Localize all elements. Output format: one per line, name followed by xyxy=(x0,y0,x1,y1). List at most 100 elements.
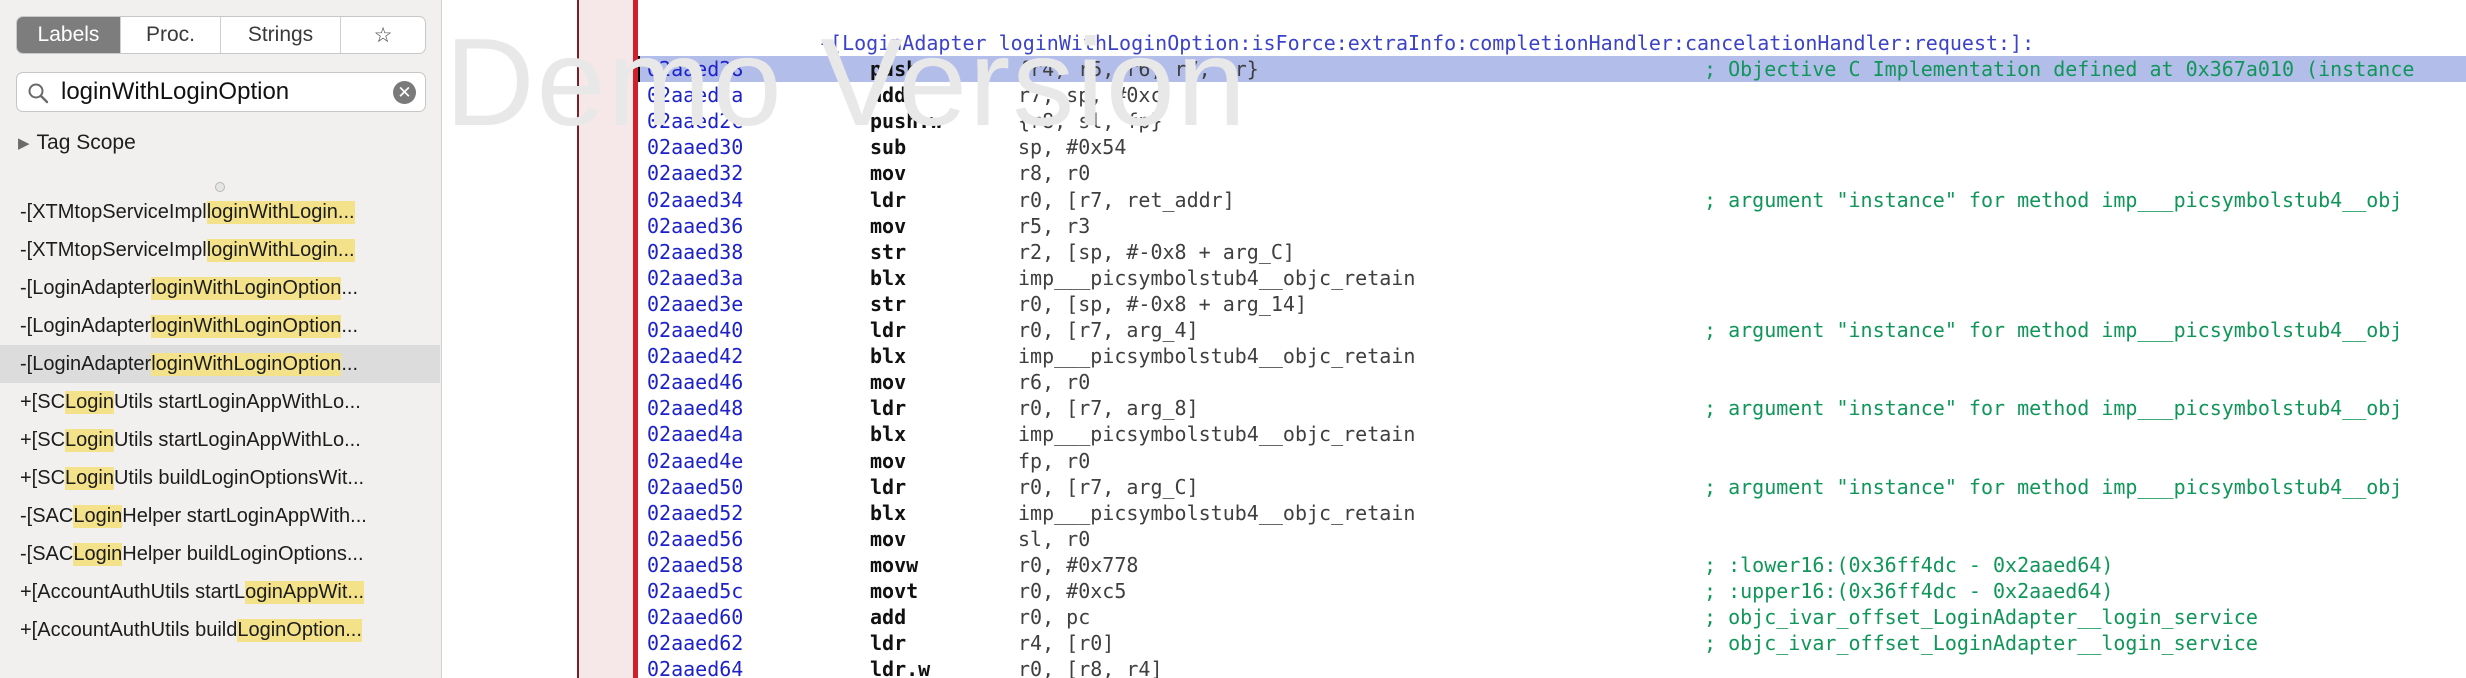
code-line[interactable]: 02aaed2a add r7, sp, #0xc xyxy=(638,82,2466,108)
navigation-gutter xyxy=(443,0,575,678)
address-label[interactable]: 02aaed48 xyxy=(647,395,743,421)
clear-search-icon[interactable]: ✕ xyxy=(393,81,416,104)
match-highlight: Login xyxy=(73,542,123,566)
tab-labels[interactable]: Labels xyxy=(17,17,121,53)
match-highlight: loginWithLogin... xyxy=(206,238,355,262)
code-line[interactable]: 02aaed3a blx imp___picsymbolstub4__objc_re… xyxy=(638,265,2466,291)
address-label[interactable]: 02aaed62 xyxy=(647,630,743,656)
match-highlight: Login xyxy=(65,390,114,414)
address-label[interactable]: 02aaed3a xyxy=(647,265,743,291)
list-item[interactable]: -[LoginAdapter loginWithLoginOption... xyxy=(0,269,440,307)
address-label[interactable]: 02aaed28 xyxy=(647,56,743,82)
code-line[interactable]: 02aaed58 movw r0, #0x778 ; :lower16:(0x36ff… xyxy=(638,552,2466,578)
list-item[interactable]: -[SAC Login Helper startLoginAppWith... xyxy=(0,497,440,535)
instruction-operands: r0, [r7, arg_C] xyxy=(1018,475,1199,499)
instruction-operands: r0, #0x778 xyxy=(1018,553,1139,577)
tab-strings[interactable]: Strings xyxy=(221,17,341,53)
code-line[interactable]: 02aaed40 ldr r0, [r7, arg_4] ; argument "in… xyxy=(638,317,2466,343)
address-label[interactable]: 02aaed36 xyxy=(647,213,743,239)
procedure-header[interactable]: -[LoginAdapter loginWithLoginOption:isFo… xyxy=(818,31,2034,55)
list-item-text: +[AccountAuthUtils startL xyxy=(20,580,246,603)
tag-scope-disclosure[interactable]: ▶ Tag Scope xyxy=(18,130,136,156)
list-item-text: -[LoginAdapter xyxy=(20,314,152,337)
code-line[interactable]: 02aaed3e str r0, [sp, #-0x8 + arg_14] xyxy=(638,291,2466,317)
list-item[interactable]: +[SC Login Utils startLoginAppWithLo... xyxy=(0,421,440,459)
sidebar-tab-bar: Labels Proc. Strings ☆ xyxy=(16,16,426,54)
code-line[interactable]: 02aaed28 push {r4, r5, r6, r7, lr} ; Object… xyxy=(638,56,2466,82)
address-label[interactable]: 02aaed3e xyxy=(647,291,743,317)
code-line[interactable]: 02aaed32 mov r8, r0 xyxy=(638,160,2466,186)
instruction-mnemonic: push.w xyxy=(870,109,943,133)
list-item[interactable]: +[AccountAuthUtils startL oginAppWit... xyxy=(0,573,440,611)
code-line[interactable]: 02aaed46 mov r6, r0 xyxy=(638,369,2466,395)
code-line[interactable]: 02aaed34 ldr r0, [r7, ret_addr] ; argument … xyxy=(638,187,2466,213)
address-label[interactable]: 02aaed4a xyxy=(647,421,743,447)
address-label[interactable]: 02aaed34 xyxy=(647,187,743,213)
instruction-operands: {r4, r5, r6, r7, lr} xyxy=(1018,57,1259,81)
code-line[interactable]: 02aaed60 add r0, pc ; objc_ivar_offset_Logi… xyxy=(638,604,2466,630)
code-line[interactable]: 02aaed30 sub sp, #0x54 xyxy=(638,134,2466,160)
code-line[interactable]: 02aaed4e mov fp, r0 xyxy=(638,448,2466,474)
list-item-text: Helper startLoginAppWith... xyxy=(122,504,367,527)
code-line[interactable]: 02aaed42 blx imp___picsymbolstub4__objc_re… xyxy=(638,343,2466,369)
instruction-operands: r0, [r7, arg_8] xyxy=(1018,396,1199,420)
address-label[interactable]: 02aaed5c xyxy=(647,578,743,604)
code-line[interactable]: 02aaed52 blx imp___picsymbolstub4__objc_re… xyxy=(638,500,2466,526)
address-label[interactable]: 02aaed52 xyxy=(647,500,743,526)
list-item-text: -[XTMtopServiceImpl xyxy=(20,238,207,261)
address-label[interactable]: 02aaed2c xyxy=(647,108,743,134)
address-label[interactable]: 02aaed32 xyxy=(647,160,743,186)
code-line[interactable]: 02aaed62 ldr r4, [r0] ; objc_ivar_offset_Lo… xyxy=(638,630,2466,656)
address-label[interactable]: 02aaed46 xyxy=(647,369,743,395)
list-item[interactable]: -[XTMtopServiceImpl loginWithLogin... xyxy=(0,231,440,269)
code-line[interactable]: 02aaed64 ldr.w r0, [r8, r4] xyxy=(638,656,2466,678)
instruction-operands: r2, [sp, #-0x8 + arg_C] xyxy=(1018,240,1295,264)
address-label[interactable]: 02aaed64 xyxy=(647,656,743,678)
code-line[interactable]: 02aaed4a blx imp___picsymbolstub4__objc_re… xyxy=(638,421,2466,447)
address-label[interactable]: 02aaed38 xyxy=(647,239,743,265)
code-line[interactable]: 02aaed38 str r2, [sp, #-0x8 + arg_C] xyxy=(638,239,2466,265)
code-line[interactable]: 02aaed50 ldr r0, [r7, arg_C] ; argument "in… xyxy=(638,474,2466,500)
list-item[interactable]: -[XTMtopServiceImpl loginWithLogin... xyxy=(0,193,440,231)
list-item[interactable]: -[LoginAdapter loginWithLoginOption... xyxy=(0,345,440,383)
split-handle[interactable] xyxy=(215,182,225,192)
list-item[interactable]: +[SC Login Utils buildLoginOptionsWit... xyxy=(0,459,440,497)
disclosure-triangle-icon[interactable]: ▶ xyxy=(18,134,30,152)
list-item[interactable]: -[SAC Login Helper buildLoginOptions... xyxy=(0,535,440,573)
code-line[interactable]: 02aaed36 mov r5, r3 xyxy=(638,213,2466,239)
list-item[interactable]: +[AccountAuthUtils build LoginOption... xyxy=(0,611,440,649)
star-icon[interactable]: ☆ xyxy=(341,17,425,53)
list-item-text: Utils startLoginAppWithLo... xyxy=(113,428,361,451)
list-item-text: ... xyxy=(341,314,358,337)
code-line[interactable]: 02aaed48 ldr r0, [r7, arg_8] ; argument "in… xyxy=(638,395,2466,421)
instruction-operands: fp, r0 xyxy=(1018,449,1091,473)
address-label[interactable]: 02aaed50 xyxy=(647,474,743,500)
address-label[interactable]: 02aaed4e xyxy=(647,448,743,474)
address-label[interactable]: 02aaed58 xyxy=(647,552,743,578)
address-label[interactable]: 02aaed30 xyxy=(647,134,743,160)
address-label[interactable]: 02aaed40 xyxy=(647,317,743,343)
instruction-mnemonic: str xyxy=(870,240,907,264)
disassembly-view[interactable]: -[LoginAdapter loginWithLoginOption:isFo… xyxy=(638,0,2466,678)
instruction-operands: r0, pc xyxy=(1018,605,1091,629)
code-line[interactable]: 02aaed5c movt r0, #0xc5 ; :upper16:(0x36ff4… xyxy=(638,578,2466,604)
code-line[interactable]: 02aaed2c push.w {r8, sl, fp} xyxy=(638,108,2466,134)
search-icon xyxy=(27,82,49,109)
list-item[interactable]: -[LoginAdapter loginWithLoginOption... xyxy=(0,307,440,345)
address-label[interactable]: 02aaed42 xyxy=(647,343,743,369)
instruction-mnemonic: blx xyxy=(870,501,907,525)
address-label[interactable]: 02aaed60 xyxy=(647,604,743,630)
list-item[interactable]: +[SC Login Utils startLoginAppWithLo... xyxy=(0,383,440,421)
address-label[interactable]: 02aaed56 xyxy=(647,526,743,552)
tab-procedures[interactable]: Proc. xyxy=(121,17,221,53)
address-label[interactable]: 02aaed2a xyxy=(647,82,743,108)
instruction-operands: sp, #0x54 xyxy=(1018,135,1127,159)
instruction-mnemonic: ldr xyxy=(870,631,907,655)
instruction-comment: ; objc_ivar_offset_LoginAdapter__login_s… xyxy=(1704,605,2258,629)
list-item-text: -[SAC xyxy=(20,542,74,565)
instruction-operands: imp___picsymbolstub4__objc_retain xyxy=(1018,422,1416,446)
instruction-operands: imp___picsymbolstub4__objc_retain xyxy=(1018,501,1416,525)
search-input[interactable] xyxy=(61,77,381,107)
instruction-mnemonic: mov xyxy=(870,161,907,185)
code-line[interactable]: 02aaed56 mov sl, r0 xyxy=(638,526,2466,552)
